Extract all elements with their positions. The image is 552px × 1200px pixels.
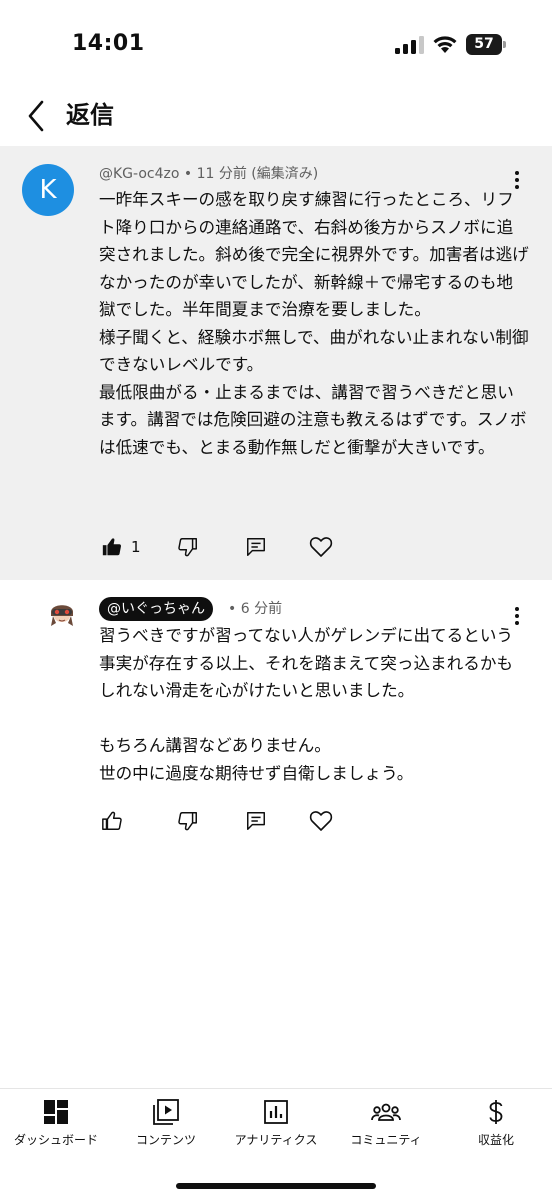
nav-label: ダッシュボード [13, 1133, 98, 1147]
battery-icon: 57 [466, 34, 506, 55]
like-count: 1 [131, 538, 141, 556]
more-dots-icon [515, 171, 519, 175]
dashboard-icon [44, 1100, 68, 1124]
nav-label: アナリティクス [234, 1133, 318, 1147]
nav-label: 収益化 [477, 1133, 514, 1147]
community-icon [371, 1103, 401, 1121]
battery-level: 57 [474, 36, 494, 52]
chevron-left-icon [28, 100, 44, 132]
reply-icon [247, 812, 265, 830]
reply-button[interactable] [245, 806, 267, 836]
thumbs-down-icon [178, 812, 197, 831]
heart-icon [309, 537, 333, 557]
heart-icon [309, 811, 333, 831]
avatar[interactable] [46, 598, 78, 630]
home-indicator [176, 1183, 376, 1189]
reply-comment: @いぐっちゃん • 6 分前 習うべきですが習ってない人がゲレンデに出てるという… [0, 580, 552, 840]
author-handle-badge[interactable]: @いぐっちゃん [99, 597, 213, 621]
analytics-icon [264, 1100, 288, 1124]
wifi-icon [433, 36, 457, 53]
dislike-button[interactable] [177, 532, 199, 562]
comment-meta: @KG-oc4zo • 11 分前 (編集済み) [99, 166, 319, 182]
nav-item-content[interactable]: コンテンツ [111, 1099, 221, 1155]
nav-item-monetization[interactable]: 収益化 [441, 1099, 551, 1155]
reply-time: • 6 分前 [228, 601, 283, 617]
reply-button[interactable] [245, 532, 267, 562]
parent-comment: K @KG-oc4zo • 11 分前 (編集済み) 一昨年スキーの感を取り戻す… [0, 146, 552, 580]
avatar[interactable]: K [22, 164, 74, 216]
thumbs-up-icon [102, 538, 122, 556]
thumbs-down-icon [178, 538, 197, 557]
like-button[interactable] [101, 806, 123, 836]
status-time: 14:01 [72, 31, 145, 56]
dollar-icon [489, 1100, 503, 1124]
like-button[interactable]: 1 [101, 532, 141, 562]
reply-icon [247, 538, 265, 556]
comment-text: 一昨年スキーの感を取り戻す練習に行ったところ、リフト降り口からの連絡通路で、右斜… [99, 190, 529, 457]
status-bar: 14:01 57 [0, 0, 552, 90]
thumbs-up-icon [102, 811, 122, 830]
reply-actions [99, 806, 539, 836]
nav-item-community[interactable]: コミュニティ [331, 1099, 441, 1155]
header: 返信 [0, 90, 552, 146]
nav-item-analytics[interactable]: アナリティクス [221, 1099, 331, 1155]
page-title: 返信 [66, 101, 114, 129]
heart-button[interactable] [309, 806, 333, 836]
content-icon [153, 1099, 179, 1125]
reply-text: 習うべきですが習ってない人がゲレンデに出てるという事実が存在する以上、それを踏ま… [99, 626, 514, 783]
nav-item-dashboard[interactable]: ダッシュボード [1, 1099, 111, 1155]
heart-button[interactable] [309, 532, 333, 562]
more-dots-icon [515, 607, 519, 611]
back-button[interactable] [18, 96, 54, 136]
nav-label: コミュニティ [350, 1133, 422, 1147]
nav-label: コンテンツ [135, 1133, 196, 1147]
comment-actions: 1 [99, 532, 539, 562]
dislike-button[interactable] [177, 806, 199, 836]
cellular-signal-icon [395, 36, 424, 54]
